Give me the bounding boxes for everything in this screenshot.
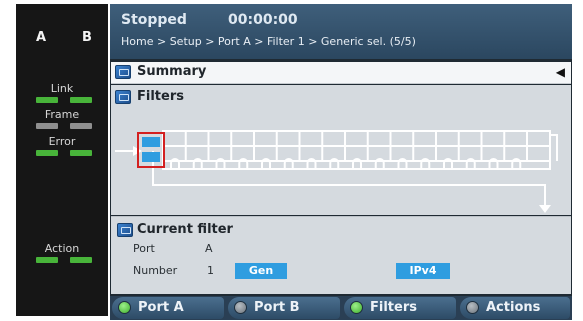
breadcrumb[interactable]: Home > Setup > Port A > Filter 1 > Gener… <box>121 35 416 48</box>
tab-actions-label: Actions <box>486 300 541 315</box>
device-screen: Stopped 00:00:00 Home > Setup > Port A >… <box>110 4 572 320</box>
selected-filter-top <box>142 137 160 147</box>
bottom-tab-bar: Port A Port B Filters Actions <box>110 296 572 320</box>
error-led-b <box>70 150 92 156</box>
port-a-label: A <box>36 30 47 45</box>
number-field-label: Number <box>133 264 178 277</box>
tab-port-b-indicator-icon <box>234 301 247 314</box>
tab-port-b[interactable]: Port B <box>228 297 340 319</box>
frame-led-label: Frame <box>44 108 80 121</box>
action-led-a <box>36 257 58 263</box>
output-arrow-head <box>539 205 551 213</box>
filters-section: Filters <box>111 85 571 215</box>
action-led-label: Action <box>44 242 80 255</box>
status-bar: Stopped 00:00:00 Home > Setup > Port A >… <box>110 4 572 59</box>
error-led-a <box>36 150 58 156</box>
elapsed-timer: 00:00:00 <box>228 12 298 28</box>
filter-type-chip[interactable]: Gen <box>235 263 287 279</box>
summary-section-icon <box>115 65 131 79</box>
summary-title: Summary <box>137 64 207 79</box>
tab-port-a-label: Port A <box>138 300 184 315</box>
protocol-chip[interactable]: IPv4 <box>396 263 450 279</box>
filter-chain-bottom <box>162 161 551 170</box>
led-panel: A B Link Frame Error Action <box>16 4 108 316</box>
port-b-label: B <box>82 30 92 45</box>
collapse-arrow-icon[interactable]: ◀ <box>556 65 565 79</box>
port-field-value: A <box>205 242 213 255</box>
tab-actions-indicator-icon <box>466 301 479 314</box>
tab-port-a[interactable]: Port A <box>112 297 224 319</box>
tab-filters-indicator-icon <box>350 301 363 314</box>
run-status: Stopped <box>121 12 187 28</box>
link-led-a <box>36 97 58 103</box>
tab-filters[interactable]: Filters <box>344 297 456 319</box>
selected-filter-bottom <box>142 152 160 162</box>
tab-port-a-indicator-icon <box>118 301 131 314</box>
summary-section-header[interactable]: Summary ◀ <box>111 62 571 84</box>
filter-chain-diagram[interactable] <box>111 85 571 215</box>
current-filter-section: Current filter Port A Number 1 Gen IPv4 <box>111 216 571 294</box>
error-led-label: Error <box>48 135 76 148</box>
frame-led-a <box>36 123 58 129</box>
tab-filters-label: Filters <box>370 300 417 315</box>
frame-led-b <box>70 123 92 129</box>
action-led-b <box>70 257 92 263</box>
port-field-label: Port <box>133 242 155 255</box>
filter-chain-output <box>152 151 546 209</box>
filter-chain-right-edge <box>550 134 558 161</box>
number-field-value: 1 <box>207 264 214 277</box>
link-led-label: Link <box>50 82 74 95</box>
current-filter-icon <box>117 223 133 237</box>
link-led-b <box>70 97 92 103</box>
current-filter-title: Current filter <box>137 222 233 237</box>
tab-actions[interactable]: Actions <box>460 297 570 319</box>
tab-port-b-label: Port B <box>254 300 300 315</box>
